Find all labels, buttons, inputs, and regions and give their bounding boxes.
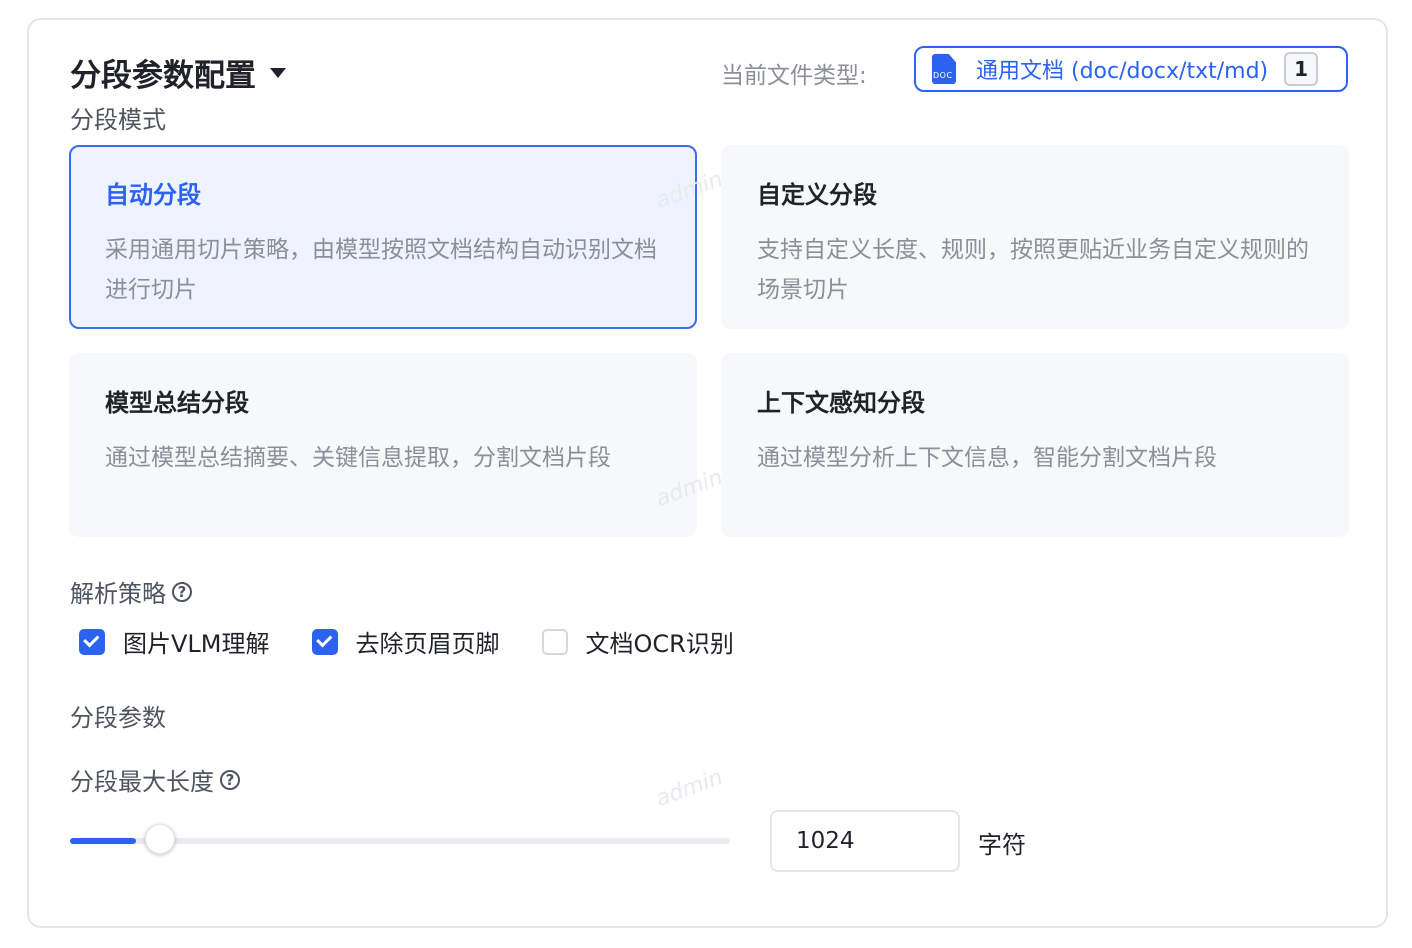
option-ocr[interactable]: 文档OCR识别 bbox=[541, 624, 734, 659]
max-length-slider[interactable] bbox=[70, 824, 730, 854]
mode-card-context[interactable]: 上下文感知分段 通过模型分析上下文信息，智能分割文档片段 bbox=[721, 353, 1349, 537]
section-title[interactable]: 分段参数配置 bbox=[70, 50, 286, 95]
segment-config-panel: 分段参数配置 当前文件类型: DOC 通用文档 (doc/docx/txt/md… bbox=[27, 18, 1388, 928]
segment-params-label: 分段参数 bbox=[70, 704, 166, 732]
max-length-label: 分段最大长度 bbox=[70, 768, 214, 796]
mode-card-custom[interactable]: 自定义分段 支持自定义长度、规则，按照更贴近业务自定义规则的场景切片 bbox=[721, 145, 1349, 329]
question-circle-icon[interactable]: ? bbox=[172, 581, 192, 602]
file-type-selector[interactable]: DOC 通用文档 (doc/docx/txt/md) 1 bbox=[914, 46, 1348, 92]
parse-strategy-label: 解析策略 bbox=[70, 580, 166, 608]
checkbox-checked[interactable] bbox=[311, 628, 338, 655]
parse-options: 图片VLM理解 去除页眉页脚 文档OCR识别 bbox=[79, 624, 776, 659]
file-count-badge: 1 bbox=[1284, 52, 1319, 86]
checkbox-unchecked[interactable] bbox=[541, 628, 568, 655]
watermark: admin bbox=[652, 764, 727, 813]
mode-card-auto[interactable]: 自动分段 采用通用切片策略，由模型按照文档结构自动识别文档进行切片 bbox=[69, 145, 697, 329]
option-remove-header-footer[interactable]: 去除页眉页脚 bbox=[311, 624, 500, 659]
unit-label: 字符 bbox=[978, 831, 1026, 859]
max-length-input[interactable]: 1024 bbox=[770, 810, 960, 872]
segment-mode-label: 分段模式 bbox=[70, 106, 166, 134]
parse-strategy-heading: 解析策略 ? bbox=[70, 574, 192, 609]
mode-card-title: 模型总结分段 bbox=[105, 389, 249, 417]
option-label: 去除页眉页脚 bbox=[355, 630, 500, 658]
mode-card-title: 自动分段 bbox=[105, 181, 201, 209]
question-circle-icon[interactable]: ? bbox=[220, 769, 240, 790]
mode-card-desc: 通过模型分析上下文信息，智能分割文档片段 bbox=[757, 445, 1217, 471]
file-type-label: 当前文件类型: bbox=[721, 63, 867, 89]
slider-fill bbox=[70, 838, 136, 844]
option-label: 图片VLM理解 bbox=[123, 630, 270, 658]
section-title-text: 分段参数配置 bbox=[70, 58, 256, 94]
mode-card-desc: 通过模型总结摘要、关键信息提取，分割文档片段 bbox=[105, 445, 611, 471]
option-vlm[interactable]: 图片VLM理解 bbox=[79, 624, 270, 659]
mode-card-desc: 支持自定义长度、规则，按照更贴近业务自定义规则的场景切片 bbox=[757, 237, 1309, 303]
file-type-value: 通用文档 (doc/docx/txt/md) bbox=[976, 59, 1269, 84]
mode-card-title: 上下文感知分段 bbox=[757, 389, 925, 417]
max-length-heading: 分段最大长度 ? bbox=[70, 762, 240, 797]
mode-card-desc: 采用通用切片策略，由模型按照文档结构自动识别文档进行切片 bbox=[105, 237, 657, 303]
slider-thumb[interactable] bbox=[145, 824, 175, 854]
option-label: 文档OCR识别 bbox=[585, 630, 734, 658]
checkbox-checked[interactable] bbox=[79, 628, 105, 655]
mode-card-title: 自定义分段 bbox=[757, 181, 877, 209]
doc-file-icon: DOC bbox=[930, 54, 958, 84]
mode-card-summary[interactable]: 模型总结分段 通过模型总结摘要、关键信息提取，分割文档片段 bbox=[69, 353, 697, 537]
caret-down-icon[interactable] bbox=[270, 67, 286, 78]
doc-icon-text: DOC bbox=[933, 71, 953, 80]
